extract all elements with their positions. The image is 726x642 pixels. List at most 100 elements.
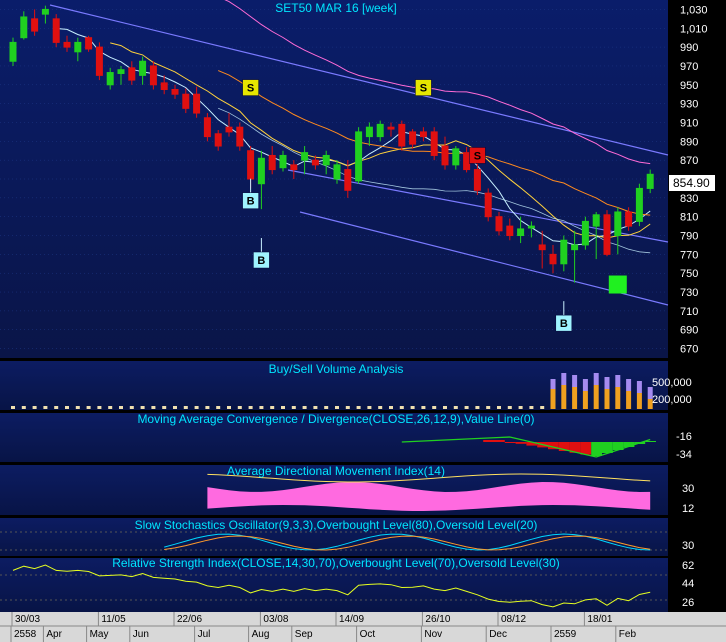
x-axis-top-label: 11/05: [101, 614, 126, 625]
candle-body: [614, 211, 622, 237]
candle-body: [203, 117, 211, 138]
price-tick-label: 970: [680, 61, 698, 73]
candle-body: [128, 67, 136, 81]
signal-s: S: [415, 79, 432, 96]
signal-label: S: [474, 150, 481, 162]
volume-bar: [129, 406, 134, 409]
price-tick-label: 790: [680, 231, 698, 243]
candle-body: [473, 169, 481, 191]
candle: [236, 122, 244, 151]
candle: [603, 210, 611, 257]
x-axis-top-label: 26/10: [425, 614, 450, 625]
volume-bar-buy: [561, 373, 567, 385]
volume-bar: [443, 406, 447, 409]
adx-title: Average Directional Movement Index(14): [227, 464, 445, 478]
candle: [52, 14, 60, 48]
stock-chart: SSSBBB 670690710730750770790810830850870…: [0, 0, 726, 642]
candle-body: [355, 131, 363, 182]
volume-bar: [529, 406, 534, 409]
candle-body: [9, 41, 17, 62]
volume-bar: [248, 406, 253, 409]
volume-bar-sell: [626, 391, 632, 409]
price-tick-label: 1,010: [680, 23, 708, 35]
candle: [85, 35, 93, 52]
x-axis-top-label: 18/01: [587, 614, 612, 625]
price-tick-label: 930: [680, 99, 698, 111]
macd-histogram-bar: [580, 442, 592, 455]
signal-label: S: [420, 83, 427, 95]
volume-bar: [335, 406, 339, 409]
volume-bar: [356, 406, 361, 409]
candle-body: [41, 8, 49, 15]
volume-bar: [162, 406, 167, 409]
adx-tick-2: 12: [682, 503, 694, 515]
macd-tick-1: -16: [676, 431, 692, 443]
candle-body: [333, 164, 341, 180]
volume-bar: [378, 406, 383, 409]
low-marker: [608, 275, 627, 294]
rsi-tick-3: 26: [682, 597, 694, 609]
stoch-tick-1: 30: [682, 540, 694, 552]
candle-body: [149, 65, 157, 86]
x-axis-top-label: 22/06: [177, 614, 202, 625]
candle-body: [365, 126, 373, 138]
volume-bar: [32, 406, 37, 409]
volume-bar: [367, 406, 372, 409]
candle-body: [398, 123, 406, 147]
candle-body: [193, 93, 201, 114]
price-tick-label: 730: [680, 287, 698, 299]
volume-tick-1: 500,000: [652, 377, 692, 389]
price-tick-label: 870: [680, 155, 698, 167]
volume-bar-sell: [636, 393, 642, 409]
x-axis-bottom-label: Dec: [489, 629, 507, 640]
candle: [203, 113, 211, 142]
volume-bar-buy: [593, 373, 599, 385]
candle-body: [376, 123, 384, 138]
x-axis-top-label: 14/09: [339, 614, 364, 625]
price-tick-label: 710: [680, 306, 698, 318]
price-tick-label: 990: [680, 42, 698, 54]
volume-bar: [194, 406, 199, 409]
volume-bar: [432, 406, 437, 409]
volume-bar: [237, 406, 242, 409]
volume-bar-buy: [582, 379, 588, 391]
volume-bar: [270, 406, 275, 409]
candle-body: [311, 159, 319, 166]
volume-bar-buy: [572, 375, 578, 387]
x-axis-top-label: 30/03: [15, 614, 40, 625]
candle-body: [441, 145, 449, 166]
volume-bar: [183, 406, 188, 409]
candle-body: [538, 244, 546, 251]
candle: [355, 127, 363, 184]
candle-body: [279, 154, 287, 169]
x-axis-top-label: 03/08: [263, 614, 288, 625]
volume-bar: [518, 406, 523, 409]
x-axis-bottom-label: Sep: [295, 629, 313, 640]
volume-bar: [108, 406, 113, 409]
signal-label: S: [247, 83, 254, 95]
candle: [398, 120, 406, 151]
candle-body: [247, 150, 255, 180]
candle: [9, 37, 17, 66]
volume-bar-buy: [615, 375, 621, 387]
candle-body: [592, 214, 600, 227]
candle-body: [527, 225, 535, 229]
candle-body: [495, 216, 503, 232]
x-axis-bottom-label: 2558: [14, 629, 37, 640]
x-axis-bottom-label: Nov: [424, 629, 442, 640]
volume-bar-sell: [615, 387, 621, 409]
volume-bar: [21, 406, 26, 409]
candle: [149, 61, 157, 90]
candle-body: [290, 164, 298, 171]
candle-body: [635, 187, 643, 222]
candle-body: [257, 157, 265, 185]
price-tick-label: 890: [680, 136, 698, 148]
volume-bar-buy: [636, 381, 642, 393]
volume-bar-buy: [604, 377, 610, 389]
volume-bar: [497, 406, 501, 409]
volume-bar: [291, 406, 296, 409]
rsi-title: Relative Strength Index(CLOSE,14,30,70),…: [112, 556, 560, 570]
adx-tick-1: 30: [682, 483, 694, 495]
candle-body: [117, 69, 125, 74]
volume-bar: [410, 406, 415, 409]
